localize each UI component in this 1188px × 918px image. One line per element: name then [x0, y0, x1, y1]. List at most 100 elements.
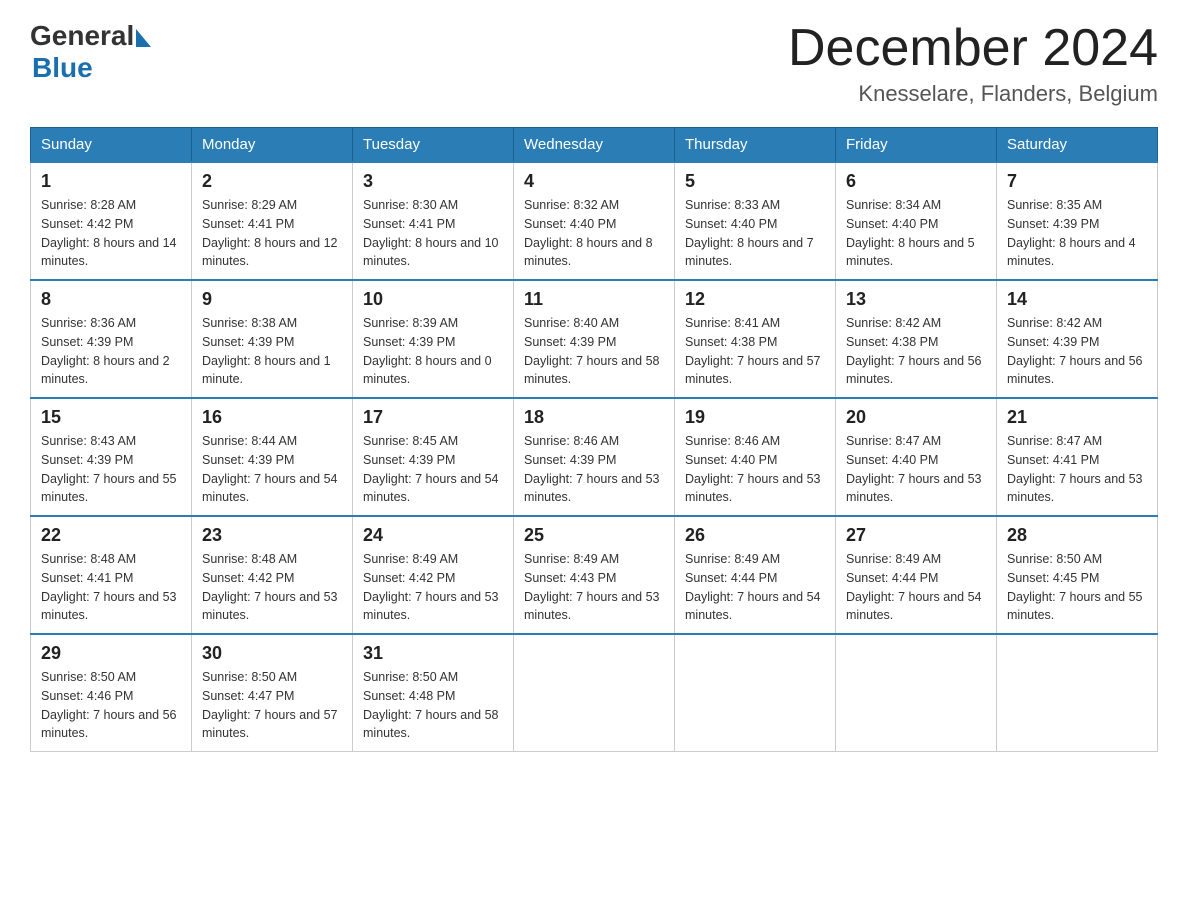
- calendar-cell: 25 Sunrise: 8:49 AMSunset: 4:43 PMDaylig…: [514, 516, 675, 634]
- logo: General Blue: [30, 20, 151, 84]
- day-number: 22: [41, 525, 181, 546]
- calendar-cell: 7 Sunrise: 8:35 AMSunset: 4:39 PMDayligh…: [997, 162, 1158, 280]
- col-tuesday: Tuesday: [353, 128, 514, 163]
- day-info: Sunrise: 8:30 AMSunset: 4:41 PMDaylight:…: [363, 198, 499, 268]
- day-number: 17: [363, 407, 503, 428]
- day-number: 10: [363, 289, 503, 310]
- day-info: Sunrise: 8:50 AMSunset: 4:45 PMDaylight:…: [1007, 552, 1143, 622]
- calendar-cell: 30 Sunrise: 8:50 AMSunset: 4:47 PMDaylig…: [192, 634, 353, 752]
- day-info: Sunrise: 8:49 AMSunset: 4:44 PMDaylight:…: [685, 552, 821, 622]
- calendar-cell: 28 Sunrise: 8:50 AMSunset: 4:45 PMDaylig…: [997, 516, 1158, 634]
- day-info: Sunrise: 8:28 AMSunset: 4:42 PMDaylight:…: [41, 198, 177, 268]
- calendar-cell: [514, 634, 675, 752]
- day-number: 6: [846, 171, 986, 192]
- day-info: Sunrise: 8:48 AMSunset: 4:41 PMDaylight:…: [41, 552, 177, 622]
- day-number: 19: [685, 407, 825, 428]
- calendar-week-1: 1 Sunrise: 8:28 AMSunset: 4:42 PMDayligh…: [31, 162, 1158, 280]
- logo-arrow-icon: [136, 29, 151, 47]
- day-number: 15: [41, 407, 181, 428]
- day-info: Sunrise: 8:48 AMSunset: 4:42 PMDaylight:…: [202, 552, 338, 622]
- day-number: 5: [685, 171, 825, 192]
- day-info: Sunrise: 8:47 AMSunset: 4:40 PMDaylight:…: [846, 434, 982, 504]
- day-number: 13: [846, 289, 986, 310]
- col-monday: Monday: [192, 128, 353, 163]
- calendar-cell: 1 Sunrise: 8:28 AMSunset: 4:42 PMDayligh…: [31, 162, 192, 280]
- calendar-cell: 4 Sunrise: 8:32 AMSunset: 4:40 PMDayligh…: [514, 162, 675, 280]
- calendar-cell: 29 Sunrise: 8:50 AMSunset: 4:46 PMDaylig…: [31, 634, 192, 752]
- calendar-cell: 23 Sunrise: 8:48 AMSunset: 4:42 PMDaylig…: [192, 516, 353, 634]
- month-title: December 2024: [788, 20, 1158, 77]
- day-number: 9: [202, 289, 342, 310]
- page-header: General Blue December 2024 Knesselare, F…: [30, 20, 1158, 107]
- day-number: 20: [846, 407, 986, 428]
- day-info: Sunrise: 8:29 AMSunset: 4:41 PMDaylight:…: [202, 198, 338, 268]
- calendar-cell: 13 Sunrise: 8:42 AMSunset: 4:38 PMDaylig…: [836, 280, 997, 398]
- logo-general-text: General: [30, 20, 134, 52]
- day-number: 24: [363, 525, 503, 546]
- calendar-cell: 21 Sunrise: 8:47 AMSunset: 4:41 PMDaylig…: [997, 398, 1158, 516]
- logo-blue-text: Blue: [32, 52, 93, 84]
- calendar-cell: 17 Sunrise: 8:45 AMSunset: 4:39 PMDaylig…: [353, 398, 514, 516]
- day-info: Sunrise: 8:40 AMSunset: 4:39 PMDaylight:…: [524, 316, 660, 386]
- day-number: 26: [685, 525, 825, 546]
- calendar-week-5: 29 Sunrise: 8:50 AMSunset: 4:46 PMDaylig…: [31, 634, 1158, 752]
- day-number: 18: [524, 407, 664, 428]
- calendar-cell: 15 Sunrise: 8:43 AMSunset: 4:39 PMDaylig…: [31, 398, 192, 516]
- day-number: 25: [524, 525, 664, 546]
- calendar-header-row: Sunday Monday Tuesday Wednesday Thursday…: [31, 128, 1158, 163]
- col-saturday: Saturday: [997, 128, 1158, 163]
- col-wednesday: Wednesday: [514, 128, 675, 163]
- day-number: 30: [202, 643, 342, 664]
- day-info: Sunrise: 8:46 AMSunset: 4:39 PMDaylight:…: [524, 434, 660, 504]
- day-info: Sunrise: 8:39 AMSunset: 4:39 PMDaylight:…: [363, 316, 492, 386]
- day-info: Sunrise: 8:41 AMSunset: 4:38 PMDaylight:…: [685, 316, 821, 386]
- day-info: Sunrise: 8:47 AMSunset: 4:41 PMDaylight:…: [1007, 434, 1143, 504]
- calendar-cell: 5 Sunrise: 8:33 AMSunset: 4:40 PMDayligh…: [675, 162, 836, 280]
- day-info: Sunrise: 8:38 AMSunset: 4:39 PMDaylight:…: [202, 316, 331, 386]
- calendar-cell: 18 Sunrise: 8:46 AMSunset: 4:39 PMDaylig…: [514, 398, 675, 516]
- day-number: 16: [202, 407, 342, 428]
- calendar-week-4: 22 Sunrise: 8:48 AMSunset: 4:41 PMDaylig…: [31, 516, 1158, 634]
- day-info: Sunrise: 8:42 AMSunset: 4:38 PMDaylight:…: [846, 316, 982, 386]
- title-block: December 2024 Knesselare, Flanders, Belg…: [788, 20, 1158, 107]
- day-info: Sunrise: 8:50 AMSunset: 4:46 PMDaylight:…: [41, 670, 177, 740]
- calendar-cell: 8 Sunrise: 8:36 AMSunset: 4:39 PMDayligh…: [31, 280, 192, 398]
- day-info: Sunrise: 8:44 AMSunset: 4:39 PMDaylight:…: [202, 434, 338, 504]
- calendar-cell: 6 Sunrise: 8:34 AMSunset: 4:40 PMDayligh…: [836, 162, 997, 280]
- day-number: 12: [685, 289, 825, 310]
- col-thursday: Thursday: [675, 128, 836, 163]
- day-number: 7: [1007, 171, 1147, 192]
- day-info: Sunrise: 8:50 AMSunset: 4:48 PMDaylight:…: [363, 670, 499, 740]
- day-info: Sunrise: 8:50 AMSunset: 4:47 PMDaylight:…: [202, 670, 338, 740]
- day-number: 3: [363, 171, 503, 192]
- day-info: Sunrise: 8:33 AMSunset: 4:40 PMDaylight:…: [685, 198, 814, 268]
- day-number: 23: [202, 525, 342, 546]
- calendar-cell: 9 Sunrise: 8:38 AMSunset: 4:39 PMDayligh…: [192, 280, 353, 398]
- col-sunday: Sunday: [31, 128, 192, 163]
- calendar-cell: 3 Sunrise: 8:30 AMSunset: 4:41 PMDayligh…: [353, 162, 514, 280]
- day-info: Sunrise: 8:34 AMSunset: 4:40 PMDaylight:…: [846, 198, 975, 268]
- calendar-week-2: 8 Sunrise: 8:36 AMSunset: 4:39 PMDayligh…: [31, 280, 1158, 398]
- calendar-cell: [836, 634, 997, 752]
- day-info: Sunrise: 8:43 AMSunset: 4:39 PMDaylight:…: [41, 434, 177, 504]
- day-info: Sunrise: 8:45 AMSunset: 4:39 PMDaylight:…: [363, 434, 499, 504]
- day-info: Sunrise: 8:32 AMSunset: 4:40 PMDaylight:…: [524, 198, 653, 268]
- calendar-cell: 24 Sunrise: 8:49 AMSunset: 4:42 PMDaylig…: [353, 516, 514, 634]
- day-info: Sunrise: 8:42 AMSunset: 4:39 PMDaylight:…: [1007, 316, 1143, 386]
- calendar-cell: 27 Sunrise: 8:49 AMSunset: 4:44 PMDaylig…: [836, 516, 997, 634]
- calendar-cell: 26 Sunrise: 8:49 AMSunset: 4:44 PMDaylig…: [675, 516, 836, 634]
- day-info: Sunrise: 8:49 AMSunset: 4:44 PMDaylight:…: [846, 552, 982, 622]
- calendar-cell: 19 Sunrise: 8:46 AMSunset: 4:40 PMDaylig…: [675, 398, 836, 516]
- calendar-cell: [675, 634, 836, 752]
- day-number: 4: [524, 171, 664, 192]
- calendar-table: Sunday Monday Tuesday Wednesday Thursday…: [30, 127, 1158, 752]
- day-info: Sunrise: 8:35 AMSunset: 4:39 PMDaylight:…: [1007, 198, 1136, 268]
- day-info: Sunrise: 8:36 AMSunset: 4:39 PMDaylight:…: [41, 316, 170, 386]
- day-number: 29: [41, 643, 181, 664]
- day-number: 28: [1007, 525, 1147, 546]
- calendar-cell: 10 Sunrise: 8:39 AMSunset: 4:39 PMDaylig…: [353, 280, 514, 398]
- calendar-cell: 12 Sunrise: 8:41 AMSunset: 4:38 PMDaylig…: [675, 280, 836, 398]
- day-number: 1: [41, 171, 181, 192]
- col-friday: Friday: [836, 128, 997, 163]
- day-number: 11: [524, 289, 664, 310]
